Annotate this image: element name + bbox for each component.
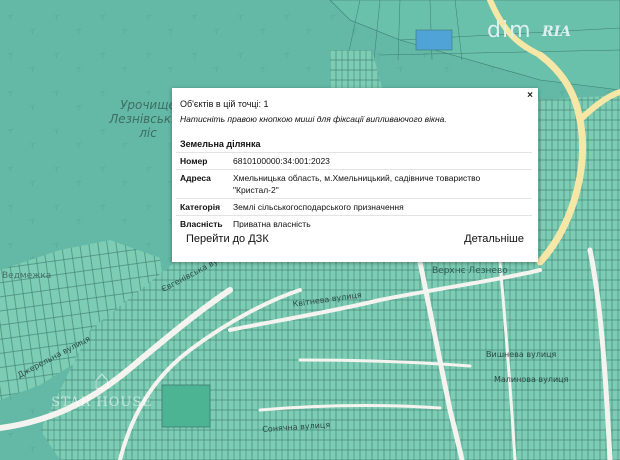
row-key: Адреса — [176, 169, 229, 199]
popup-hint: Натисніть правою кнопкою миші для фіксац… — [180, 114, 447, 124]
starhouse-watermark: ⌂ STAR HOUSE — [46, 365, 158, 435]
section-title: Земельна ділянка — [180, 139, 261, 149]
watermark-brand: STAR HOUSE — [51, 395, 153, 410]
dimria-logo: dim RIA — [484, 18, 584, 48]
close-icon[interactable]: × — [527, 90, 533, 101]
blue-plot — [415, 29, 453, 51]
house-icon: ⌂ — [93, 364, 111, 395]
row-key: Категорія — [176, 198, 229, 216]
village-label: Ведмежка — [2, 271, 52, 281]
street-label-5: Малинова вулиця — [494, 375, 569, 384]
street-label-4: Вишнева вулиця — [486, 350, 557, 359]
object-count: Об'єктів в цій точці: 1 — [180, 99, 269, 109]
info-popup: × Об'єктів в цій точці: 1 Натисніть прав… — [172, 88, 538, 262]
logo-ria-text: RIA — [542, 24, 572, 40]
parcel-info-table: Номер 6810100000:34:001:2023 Адреса Хмел… — [176, 152, 532, 232]
row-key: Номер — [176, 152, 229, 170]
row-value: Землі сільськогосподарського призначення — [229, 198, 532, 216]
settlement-label: Верхнє Лезнево — [432, 266, 508, 276]
table-row: Номер 6810100000:34:001:2023 — [176, 152, 532, 170]
row-value: Хмельницька область, м.Хмельницький, сад… — [229, 169, 532, 199]
go-to-dzk-button[interactable]: Перейти до ДЗК — [180, 228, 275, 250]
details-button[interactable]: Детальніше — [458, 228, 530, 250]
row-value: 6810100000:34:001:2023 — [229, 152, 532, 170]
table-row: Адреса Хмельницька область, м.Хмельницьк… — [176, 169, 532, 199]
table-row: Категорія Землі сільськогосподарського п… — [176, 198, 532, 216]
sports-field — [161, 384, 211, 428]
logo-dim-text: dim — [487, 18, 532, 43]
